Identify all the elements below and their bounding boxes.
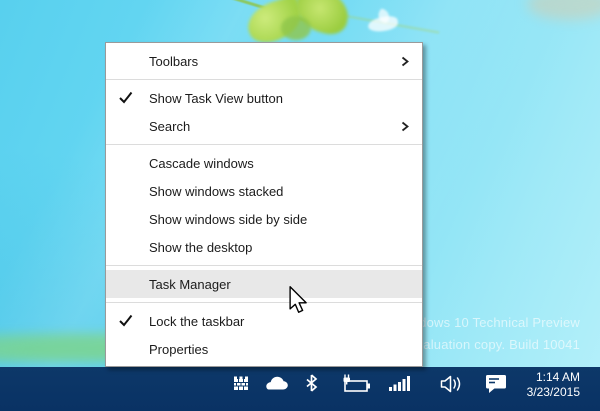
menu-item-toolbars[interactable]: Toolbars xyxy=(106,47,422,75)
clock-date: 3/23/2015 xyxy=(527,385,580,400)
menu-separator xyxy=(106,265,422,266)
leaf-icon xyxy=(281,16,311,40)
taskbar[interactable]: 1:14 AM 3/23/2015 xyxy=(0,367,600,411)
menu-item-label: Show windows stacked xyxy=(149,184,283,199)
checkmark-icon xyxy=(118,91,133,104)
tray-clock[interactable]: 1:14 AM 3/23/2015 xyxy=(527,370,580,400)
clock-time: 1:14 AM xyxy=(527,370,580,385)
menu-item-label: Show the desktop xyxy=(149,240,252,255)
menu-separator xyxy=(106,144,422,145)
mouse-cursor xyxy=(289,286,308,315)
desktop[interactable]: Windows 10 Technical Preview Evaluation … xyxy=(0,0,600,411)
network-icon[interactable] xyxy=(389,375,412,391)
submenu-arrow-icon xyxy=(401,121,409,132)
menu-item-cascade-windows[interactable]: Cascade windows xyxy=(106,149,422,177)
menu-item-show-windows-stacked[interactable]: Show windows stacked xyxy=(106,177,422,205)
menu-item-label: Lock the taskbar xyxy=(149,314,244,329)
menu-item-lock-the-taskbar[interactable]: Lock the taskbar xyxy=(106,307,422,335)
context-menu: Toolbars Show Task View button Search Casca… xyxy=(105,42,423,367)
menu-separator xyxy=(106,302,422,303)
onedrive-icon[interactable] xyxy=(262,375,290,392)
menu-item-label: Properties xyxy=(149,342,208,357)
menu-item-label: Toolbars xyxy=(149,54,198,69)
watermark-line1: Windows 10 Technical Preview xyxy=(396,312,580,334)
menu-item-label: Show Task View button xyxy=(149,91,283,106)
checkmark-icon xyxy=(118,314,133,327)
menu-item-label: Search xyxy=(149,119,190,134)
menu-separator xyxy=(106,79,422,80)
submenu-arrow-icon xyxy=(401,56,409,67)
evaluation-watermark: Windows 10 Technical Preview Evaluation … xyxy=(396,312,580,356)
menu-item-show-task-view-button[interactable]: Show Task View button xyxy=(106,84,422,112)
menu-item-label: Cascade windows xyxy=(149,156,254,171)
battery-icon[interactable] xyxy=(341,374,372,392)
menu-item-show-the-desktop[interactable]: Show the desktop xyxy=(106,233,422,261)
menu-item-label: Task Manager xyxy=(149,277,231,292)
menu-item-task-manager[interactable]: Task Manager xyxy=(106,270,422,298)
menu-item-properties[interactable]: Properties xyxy=(106,335,422,363)
bluetooth-icon[interactable] xyxy=(305,374,318,392)
volume-icon[interactable] xyxy=(440,375,465,393)
menu-item-search[interactable]: Search xyxy=(106,112,422,140)
menu-item-show-windows-side-by-side[interactable]: Show windows side by side xyxy=(106,205,422,233)
action-center-icon[interactable] xyxy=(485,374,507,394)
watermark-line2: Evaluation copy. Build 10041 xyxy=(396,334,580,356)
menu-item-label: Show windows side by side xyxy=(149,212,307,227)
defender-icon[interactable] xyxy=(233,375,249,391)
